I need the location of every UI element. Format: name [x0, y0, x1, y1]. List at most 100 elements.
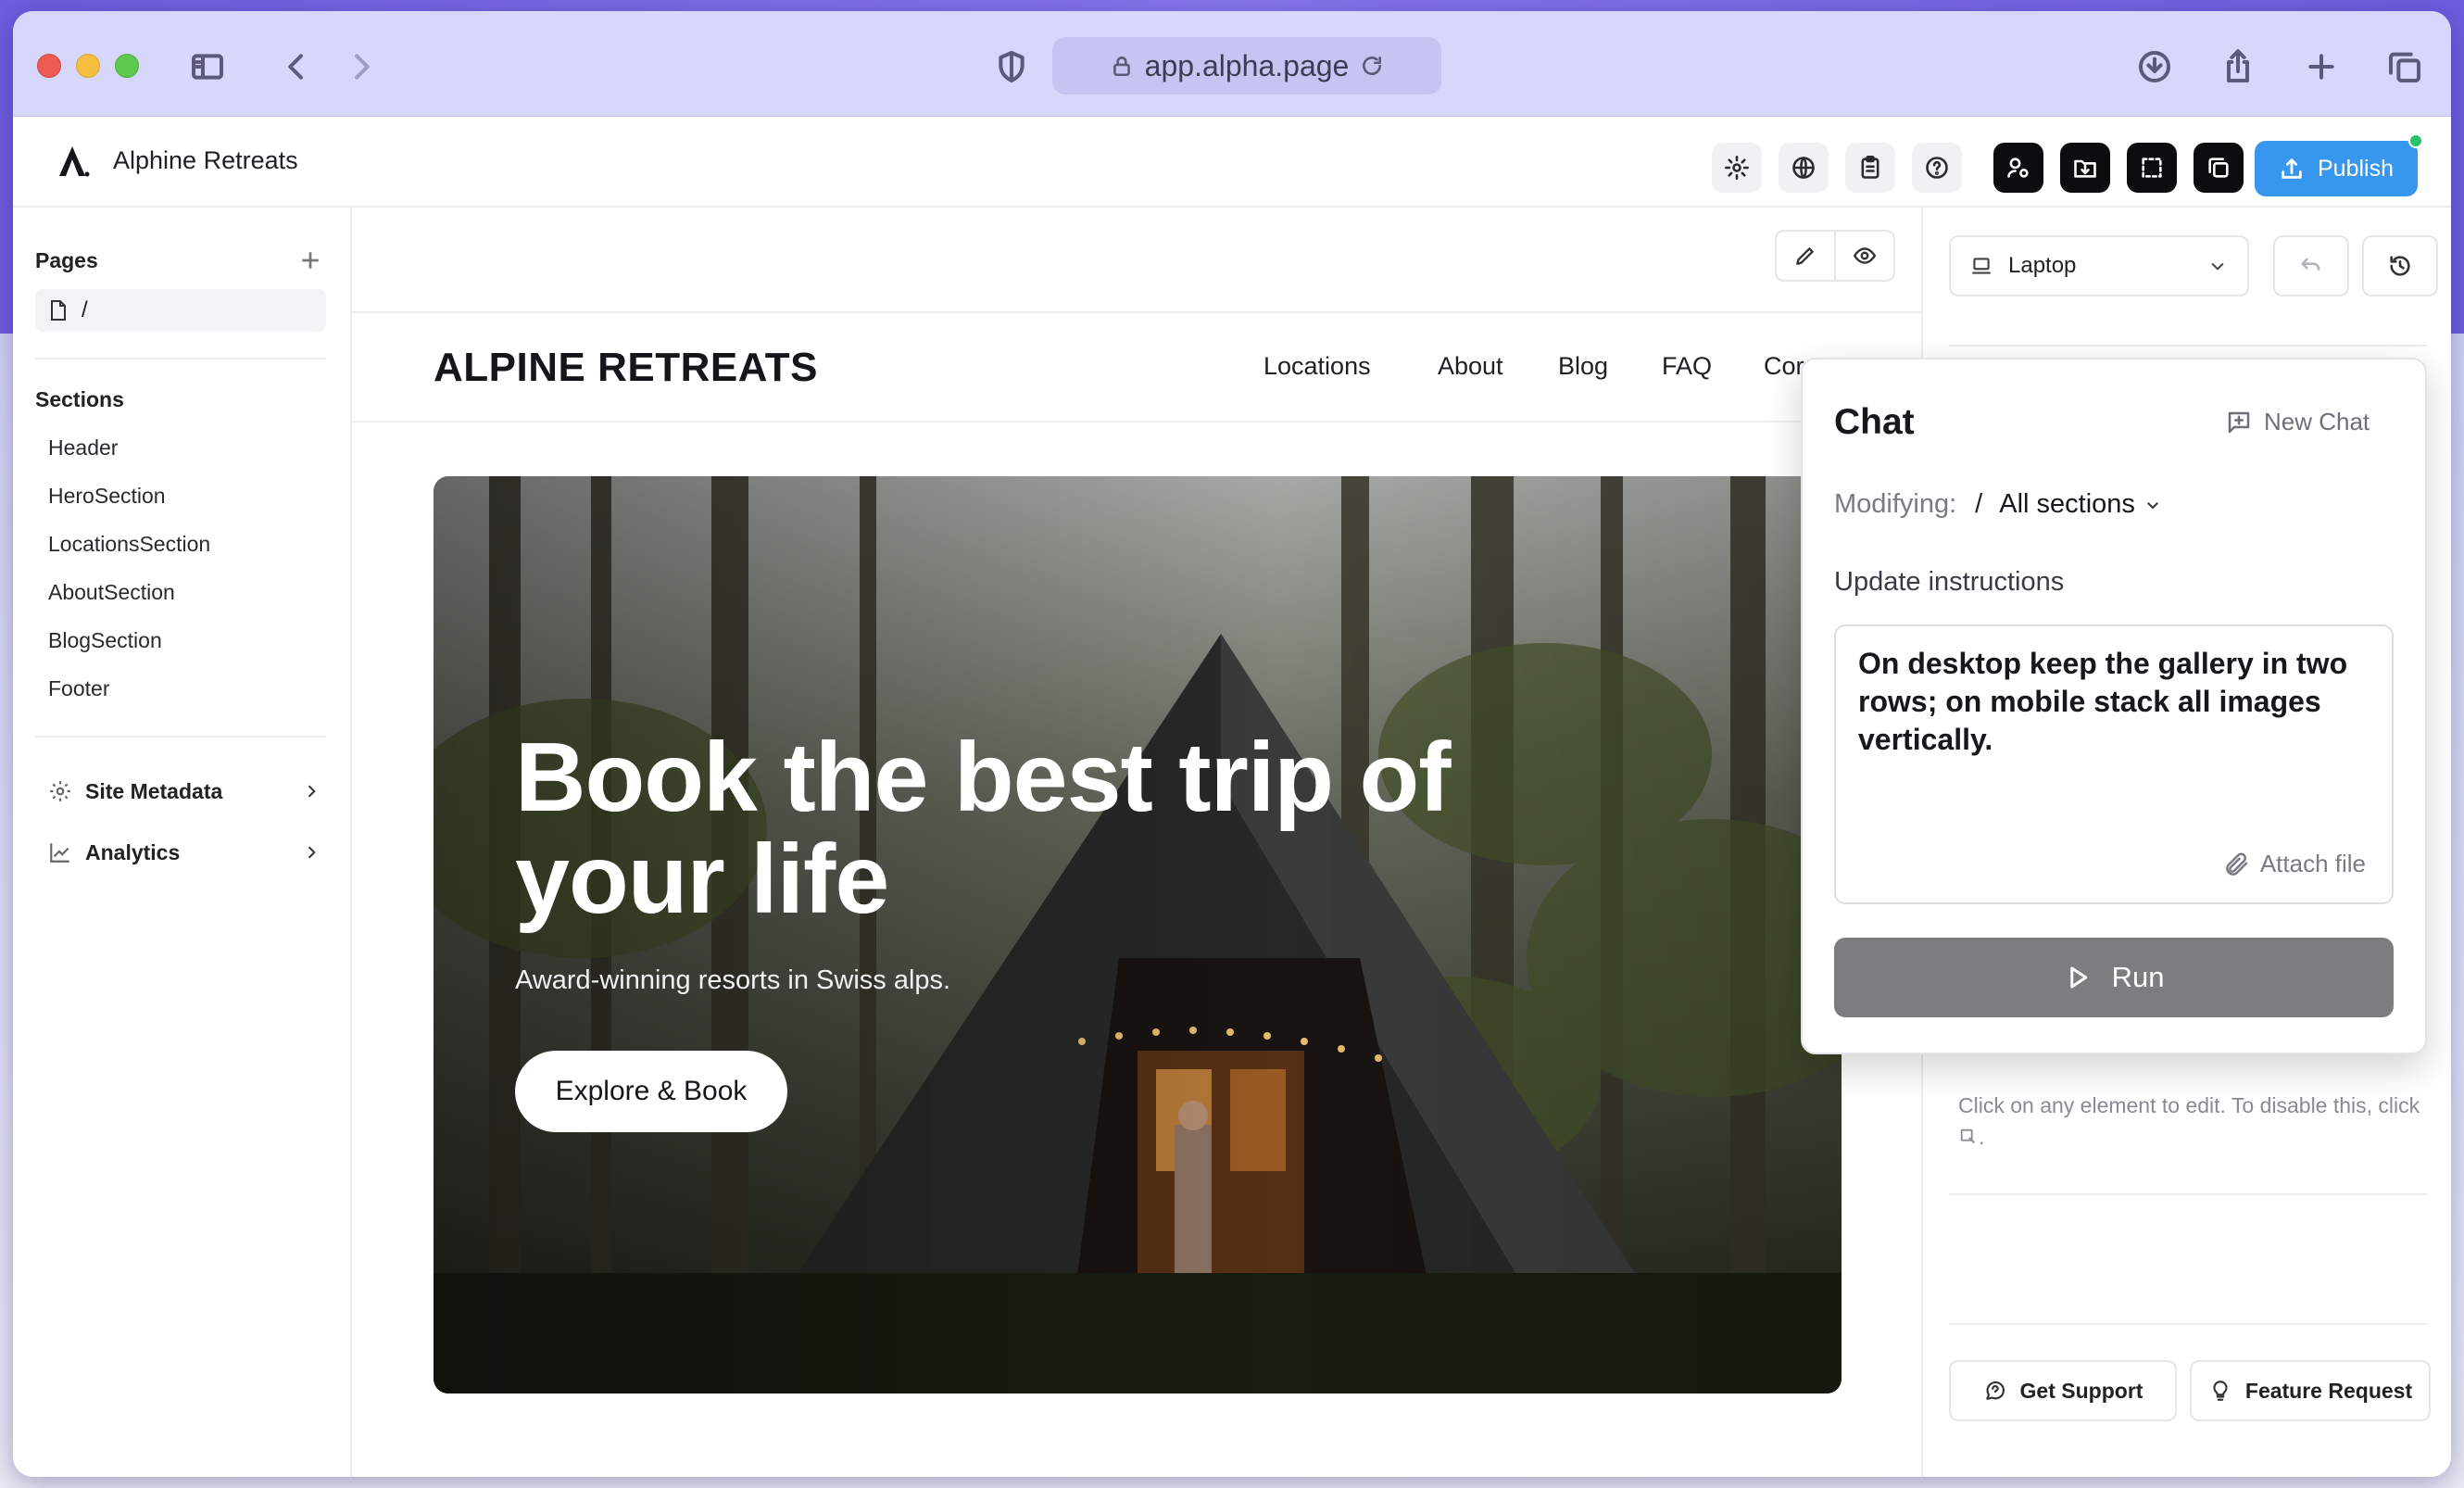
site-metadata-label: Site Metadata: [85, 778, 223, 803]
forward-arrow-icon[interactable]: [339, 44, 383, 89]
new-tab-plus-icon[interactable]: [2299, 44, 2344, 89]
share-icon[interactable]: [2216, 44, 2260, 89]
sidebar-divider: [35, 358, 326, 359]
lock-icon: [1113, 57, 1130, 77]
duplicate-button[interactable]: [2194, 143, 2244, 193]
url-text: app.alpha.page: [1144, 48, 1350, 82]
user-gear-icon: [2007, 158, 2029, 178]
help-circle-icon: [1926, 157, 1948, 179]
nav-link-locations[interactable]: Locations: [1263, 352, 1371, 381]
minimize-window-button[interactable]: [76, 54, 100, 78]
hero-title[interactable]: Book the best trip of your life: [515, 726, 1534, 930]
section-item-footer[interactable]: Footer: [48, 676, 109, 701]
chat-popover: Chat New Chat Modifying: / All sections …: [1801, 358, 2427, 1054]
feature-request-label: Feature Request: [2244, 1378, 2413, 1403]
feature-request-button[interactable]: Feature Request: [2190, 1360, 2431, 1421]
globe-icon: [1792, 157, 1815, 179]
explore-book-button[interactable]: Explore & Book: [515, 1051, 787, 1132]
run-button[interactable]: Run: [1834, 938, 2394, 1017]
page-item-root[interactable]: /: [35, 289, 326, 332]
hero-section[interactable]: Book the best trip of your life Award-wi…: [434, 476, 1842, 1393]
section-scope-select[interactable]: All sections: [1999, 489, 2135, 520]
clipboard-button[interactable]: [1845, 143, 1895, 193]
hero-subtitle[interactable]: Award-winning resorts in Swiss alps.: [515, 965, 950, 996]
modifying-label: Modifying:: [1834, 489, 1957, 519]
tab-overview-icon[interactable]: [2382, 44, 2427, 89]
eye-icon: [1853, 247, 1877, 264]
download-icon[interactable]: [2132, 44, 2177, 89]
section-item-locations[interactable]: LocationsSection: [48, 532, 210, 557]
zoom-window-button[interactable]: [115, 54, 139, 78]
language-button[interactable]: [1779, 143, 1829, 193]
hero-background-image: [434, 476, 1842, 1393]
modifying-scope: Modifying: / All sections: [1834, 489, 2161, 520]
site-header[interactable]: ALPINE RETREATS Locations About Blog FAQ…: [352, 313, 1921, 422]
back-arrow-icon[interactable]: [274, 44, 319, 89]
select-area-button[interactable]: [2127, 143, 2177, 193]
add-page-button[interactable]: [296, 246, 324, 274]
section-item-hero[interactable]: HeroSection: [48, 484, 166, 509]
edit-mode-button[interactable]: [1777, 232, 1836, 280]
nav-link-about[interactable]: About: [1438, 352, 1503, 381]
paperclip-icon: [2225, 851, 2248, 876]
browser-toolbar: app.alpha.page: [13, 11, 2451, 117]
update-instructions-label: Update instructions: [1834, 567, 2065, 597]
get-support-button[interactable]: Get Support: [1949, 1360, 2177, 1421]
history-button[interactable]: [2362, 235, 2438, 296]
edit-hint-text: Click on any element to edit. To disable…: [1958, 1090, 2421, 1153]
nav-link-faq[interactable]: FAQ: [1662, 352, 1712, 381]
analytics-label: Analytics: [85, 839, 181, 864]
history-icon: [2390, 256, 2410, 276]
file-icon: [51, 300, 66, 321]
section-item-blog[interactable]: BlogSection: [48, 628, 162, 653]
user-settings-button[interactable]: [1993, 143, 2043, 193]
import-button[interactable]: [2060, 143, 2110, 193]
instructions-textarea[interactable]: On desktop keep the gallery in two rows;…: [1834, 624, 2394, 904]
publish-button[interactable]: Publish: [2255, 141, 2418, 196]
chevron-down-icon[interactable]: [2144, 497, 2161, 513]
lightbulb-icon: [2213, 1381, 2228, 1401]
message-plus-icon: [2228, 411, 2250, 433]
help-button[interactable]: [1912, 143, 1962, 193]
chart-line-icon: [50, 843, 69, 863]
attach-file-button[interactable]: Attach file: [2223, 850, 2366, 878]
pages-heading: Pages: [35, 248, 98, 272]
settings-button[interactable]: [1712, 143, 1762, 193]
attach-file-label: Attach file: [2259, 850, 2366, 877]
reload-icon[interactable]: [1360, 54, 1384, 78]
clipboard-icon: [1861, 156, 1879, 179]
app-header: Alphine Retreats Publish: [13, 117, 2451, 208]
new-chat-button[interactable]: New Chat: [2225, 408, 2370, 436]
nav-link-contact[interactable]: Cor: [1764, 352, 1804, 381]
new-chat-label: New Chat: [2264, 408, 2370, 435]
run-label: Run: [2111, 961, 2165, 993]
device-select[interactable]: Laptop: [1949, 235, 2249, 296]
gear-icon: [1725, 156, 1749, 180]
sidebar-toggle-icon[interactable]: [185, 44, 230, 89]
section-item-about[interactable]: AboutSection: [48, 580, 175, 605]
pencil-icon: [1796, 247, 1814, 265]
instructions-value[interactable]: On desktop keep the gallery in two rows;…: [1858, 645, 2377, 759]
analytics-link[interactable]: Analytics: [48, 834, 326, 871]
site-brand[interactable]: ALPINE RETREATS: [434, 345, 818, 391]
status-dot: [2408, 133, 2423, 148]
sections-heading: Sections: [35, 387, 124, 411]
section-item-header[interactable]: Header: [48, 435, 118, 460]
privacy-shield-icon[interactable]: [989, 44, 1034, 89]
panel-divider: [1949, 1323, 2427, 1325]
cursor-click-icon[interactable]: [1958, 1127, 1979, 1147]
folder-download-icon: [2074, 159, 2096, 178]
undo-icon: [2301, 258, 2320, 271]
undo-button[interactable]: [2273, 235, 2349, 296]
address-bar[interactable]: app.alpha.page: [1052, 37, 1441, 95]
close-window-button[interactable]: [37, 54, 61, 78]
publish-label: Publish: [2318, 155, 2394, 182]
page-item-label: /: [82, 297, 88, 322]
site-metadata-link[interactable]: Site Metadata: [48, 773, 326, 810]
edit-hint-label: Click on any element to edit. To disable…: [1958, 1093, 2420, 1117]
upload-icon: [2282, 158, 2302, 179]
nav-link-blog[interactable]: Blog: [1558, 352, 1608, 381]
panel-divider: [1949, 1193, 2427, 1195]
editor-canvas: ALPINE RETREATS Locations About Blog FAQ…: [352, 208, 1921, 1477]
preview-mode-button[interactable]: [1836, 232, 1893, 280]
